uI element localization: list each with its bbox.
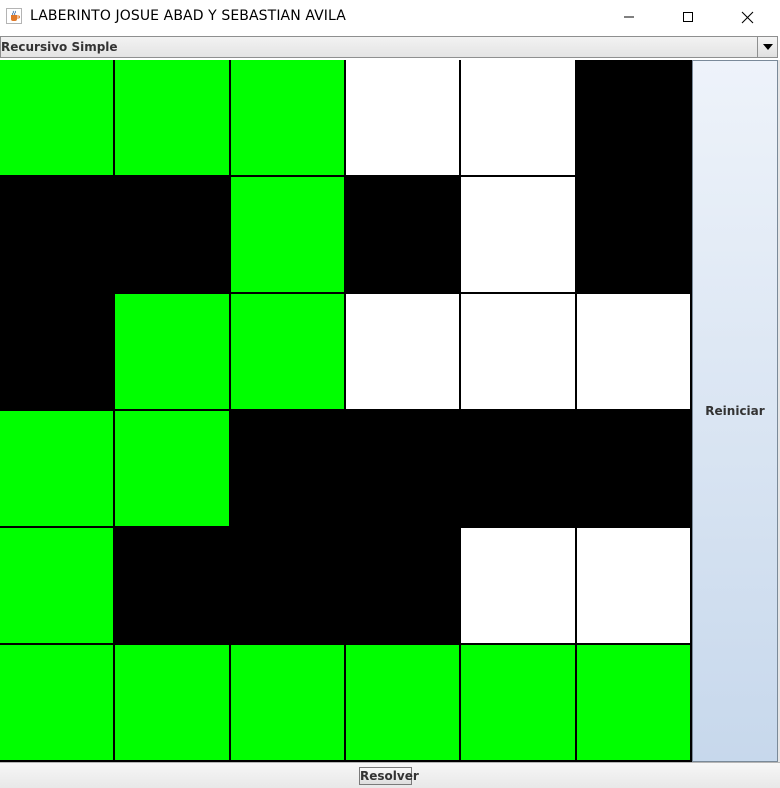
maze-cell-path[interactable] (230, 177, 344, 292)
close-button[interactable] (718, 0, 776, 34)
maze-cell-path[interactable] (576, 645, 690, 760)
maze-cell-open[interactable] (576, 294, 690, 409)
maze-cell-path[interactable] (0, 411, 114, 526)
maze-cell-path[interactable] (0, 528, 114, 643)
maze-cell-wall[interactable] (576, 411, 690, 526)
maze-cell-wall[interactable] (576, 60, 690, 175)
maze-cell-wall[interactable] (230, 411, 344, 526)
java-cup-icon (6, 8, 22, 24)
maze-cell-wall[interactable] (346, 177, 460, 292)
algorithm-select-value: Recursivo Simple (1, 40, 118, 54)
maze-cell-path[interactable] (346, 645, 460, 760)
maze-cell-path[interactable] (230, 60, 344, 175)
maze-cell-wall[interactable] (0, 294, 114, 409)
algorithm-select[interactable]: Recursivo Simple (0, 36, 778, 58)
combo-dropdown-button[interactable] (757, 37, 777, 57)
bottom-bar: Resolver (0, 762, 780, 788)
maze-cell-open[interactable] (576, 528, 690, 643)
maze-cell-path[interactable] (115, 645, 229, 760)
maze-cell-path[interactable] (115, 60, 229, 175)
maze-cell-path[interactable] (0, 645, 114, 760)
maze-cell-open[interactable] (346, 294, 460, 409)
maze-cell-path[interactable] (0, 60, 114, 175)
maze-cell-open[interactable] (461, 60, 575, 175)
maze-cell-wall[interactable] (461, 411, 575, 526)
maze-cell-wall[interactable] (115, 177, 229, 292)
maze-cell-open[interactable] (461, 294, 575, 409)
maze-cell-path[interactable] (115, 294, 229, 409)
maze-cell-open[interactable] (461, 528, 575, 643)
maze-grid[interactable] (0, 60, 692, 762)
maximize-button[interactable] (659, 0, 717, 34)
maze-cell-wall[interactable] (346, 411, 460, 526)
maze-cell-wall[interactable] (346, 528, 460, 643)
chevron-down-icon (762, 44, 773, 50)
maze-cell-wall[interactable] (576, 177, 690, 292)
maze-cell-path[interactable] (461, 645, 575, 760)
reset-button[interactable]: Reiniciar (692, 60, 778, 762)
window-title: LABERINTO JOSUE ABAD Y SEBASTIAN AVILA (30, 8, 346, 24)
maze-cell-path[interactable] (115, 411, 229, 526)
maze-cell-wall[interactable] (0, 177, 114, 292)
maze-cell-path[interactable] (230, 294, 344, 409)
minimize-button[interactable] (600, 0, 658, 34)
maximize-icon (683, 12, 693, 22)
maze-cell-wall[interactable] (115, 528, 229, 643)
close-icon (741, 11, 753, 23)
title-bar: LABERINTO JOSUE ABAD Y SEBASTIAN AVILA (0, 0, 780, 34)
minimize-icon (624, 16, 634, 18)
solve-button[interactable]: Resolver (359, 767, 419, 785)
maze-cell-wall[interactable] (230, 528, 344, 643)
maze-cell-path[interactable] (230, 645, 344, 760)
maze-cell-open[interactable] (461, 177, 575, 292)
maze-cell-open[interactable] (346, 60, 460, 175)
